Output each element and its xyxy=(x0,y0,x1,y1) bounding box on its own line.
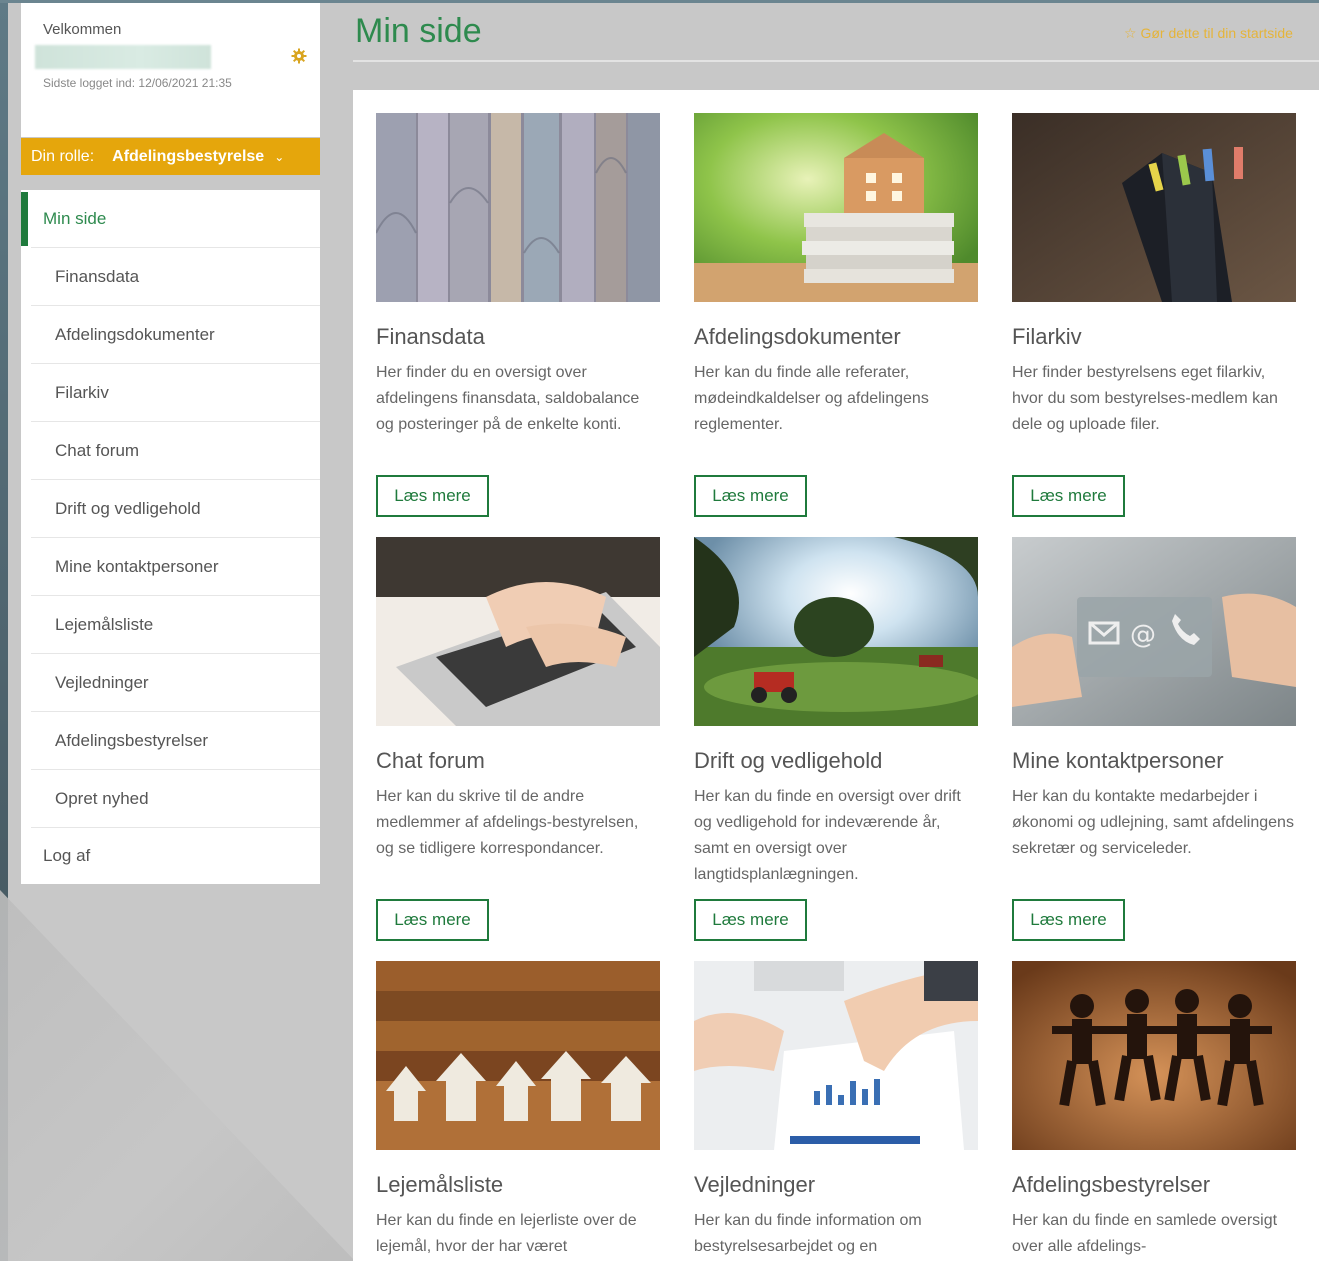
svg-text:@: @ xyxy=(1130,620,1156,650)
sidebar-item-label: Drift og vedligehold xyxy=(55,499,201,518)
star-icon: ☆ xyxy=(1124,25,1137,41)
card-description: Her kan du finde en oversigt over drift … xyxy=(694,788,961,883)
house-books-image xyxy=(694,113,978,302)
card-title: Lejemålsliste xyxy=(376,1172,504,1197)
paper-houses-image xyxy=(376,961,660,1150)
sidebar-item-label: Vejledninger xyxy=(55,673,149,692)
card-filarkiv: Filarkiv Her finder bestyrelsens eget fi… xyxy=(1012,113,1296,438)
card-title: Afdelingsdokumenter xyxy=(694,324,901,349)
card-title: Drift og vedligehold xyxy=(694,748,883,773)
read-more-button-finansdata[interactable]: Læs mere xyxy=(376,475,489,517)
header-divider xyxy=(353,60,1319,62)
user-name-redacted xyxy=(35,45,211,69)
card-afdelingsbestyrelser: Afdelingsbestyrelser Her kan du finde en… xyxy=(1012,961,1296,1260)
main-content: Finansdata Her finder du en oversigt ove… xyxy=(353,90,1319,1261)
sidebar-item-label: Lejemålsliste xyxy=(55,615,154,634)
last-login-text: Sidste logget ind: 12/06/2021 21:35 xyxy=(43,76,232,90)
sidebar-item-finansdata[interactable]: Finansdata xyxy=(21,248,320,306)
sidebar-item-afdelingsdokumenter[interactable]: Afdelingsdokumenter xyxy=(21,306,320,364)
laptop-typing-image xyxy=(376,537,660,726)
sidebar-item-label: Opret nyhed xyxy=(55,789,149,808)
card-title: Chat forum xyxy=(376,748,485,773)
contact-card-image: @ xyxy=(1012,537,1296,726)
gear-icon[interactable] xyxy=(291,48,307,64)
meeting-charts-image xyxy=(694,961,978,1150)
sidebar-item-log-af[interactable]: Log af xyxy=(21,828,320,884)
sidebar-item-label: Log af xyxy=(43,846,91,865)
lawn-mower-image xyxy=(694,537,978,726)
chevron-down-icon: ⌄ xyxy=(274,149,285,164)
sidebar-item-label: Afdelingsdokumenter xyxy=(55,325,215,344)
card-afdelingsdokumenter: Afdelingsdokumenter Her kan du finde all… xyxy=(694,113,978,438)
make-startpage-link[interactable]: ☆ Gør dette til din startside xyxy=(1124,25,1293,42)
sidebar-item-afdelingsbestyrelser[interactable]: Afdelingsbestyrelser xyxy=(21,712,320,770)
read-more-button-filarkiv[interactable]: Læs mere xyxy=(1012,475,1125,517)
sidebar-item-min-side[interactable]: Min side xyxy=(21,190,320,248)
role-selector[interactable]: Din rolle: Afdelingsbestyrelse ⌄ xyxy=(21,138,320,175)
card-vejledninger: Vejledninger Her kan du finde informatio… xyxy=(694,961,978,1260)
role-value: Afdelingsbestyrelse xyxy=(112,147,265,165)
card-chat-forum: Chat forum Her kan du skrive til de andr… xyxy=(376,537,660,862)
role-label: Din rolle: xyxy=(31,147,95,165)
sidebar-item-mine-kontaktpersoner[interactable]: Mine kontaktpersoner xyxy=(21,538,320,596)
background-shape xyxy=(0,890,355,1261)
page-title: Min side xyxy=(355,12,482,50)
card-description: Her finder du en oversigt over afdelinge… xyxy=(376,364,640,433)
make-startpage-label: Gør dette til din startside xyxy=(1140,25,1293,41)
card-description: Her kan du finde en lejerliste over de l… xyxy=(376,1212,637,1255)
read-more-button-afdelingsdokumenter[interactable]: Læs mere xyxy=(694,475,807,517)
card-description: Her kan du finde information om bestyrel… xyxy=(694,1212,922,1255)
sidebar-item-drift-og-vedligehold[interactable]: Drift og vedligehold xyxy=(21,480,320,538)
card-description: Her kan du finde en samlede oversigt ove… xyxy=(1012,1212,1278,1255)
read-more-button-chat-forum[interactable]: Læs mere xyxy=(376,899,489,941)
card-title: Mine kontaktpersoner xyxy=(1012,748,1224,773)
card-mine-kontaktpersoner: @ Mine kontaktpersoner Her kan du kontak… xyxy=(1012,537,1296,862)
sidebar-item-label: Finansdata xyxy=(55,267,140,286)
sidebar-item-label: Afdelingsbestyrelser xyxy=(55,731,209,750)
read-more-button-mine-kontaktpersoner[interactable]: Læs mere xyxy=(1012,899,1125,941)
sidebar-item-opret-nyhed[interactable]: Opret nyhed xyxy=(21,770,320,828)
card-lejemaalsliste: Lejemålsliste Her kan du finde en lejerl… xyxy=(376,961,660,1260)
card-title: Afdelingsbestyrelser xyxy=(1012,1172,1211,1197)
sidebar-item-vejledninger[interactable]: Vejledninger xyxy=(21,654,320,712)
welcome-panel: Velkommen Sidste logget ind: 12/06/2021 … xyxy=(21,3,320,137)
card-description: Her kan du skrive til de andre medlemmer… xyxy=(376,788,639,857)
binder-image xyxy=(1012,113,1296,302)
sidebar-item-label: Min side xyxy=(43,209,107,228)
sidebar-item-label: Chat forum xyxy=(55,441,140,460)
sidebar-nav: Min side Finansdata Afdelingsdokumenter … xyxy=(21,190,320,884)
banknotes-image xyxy=(376,113,660,302)
sidebar-item-lejemaalsliste[interactable]: Lejemålsliste xyxy=(21,596,320,654)
card-drift-og-vedligehold: Drift og vedligehold Her kan du finde en… xyxy=(694,537,978,888)
card-title: Finansdata xyxy=(376,324,485,349)
card-finansdata: Finansdata Her finder du en oversigt ove… xyxy=(376,113,660,438)
paper-people-image xyxy=(1012,961,1296,1150)
card-description: Her finder bestyrelsens eget filarkiv, h… xyxy=(1012,364,1278,433)
card-description: Her kan du finde alle referater, mødeind… xyxy=(694,364,929,433)
card-description: Her kan du kontakte medarbejder i økonom… xyxy=(1012,788,1294,857)
sidebar-item-label: Mine kontaktpersoner xyxy=(55,557,219,576)
card-title: Vejledninger xyxy=(694,1172,816,1197)
sidebar-item-filarkiv[interactable]: Filarkiv xyxy=(21,364,320,422)
card-title: Filarkiv xyxy=(1012,324,1082,349)
welcome-label: Velkommen xyxy=(43,21,122,38)
sidebar-item-chat-forum[interactable]: Chat forum xyxy=(21,422,320,480)
read-more-button-drift-og-vedligehold[interactable]: Læs mere xyxy=(694,899,807,941)
sidebar-item-label: Filarkiv xyxy=(55,383,109,402)
